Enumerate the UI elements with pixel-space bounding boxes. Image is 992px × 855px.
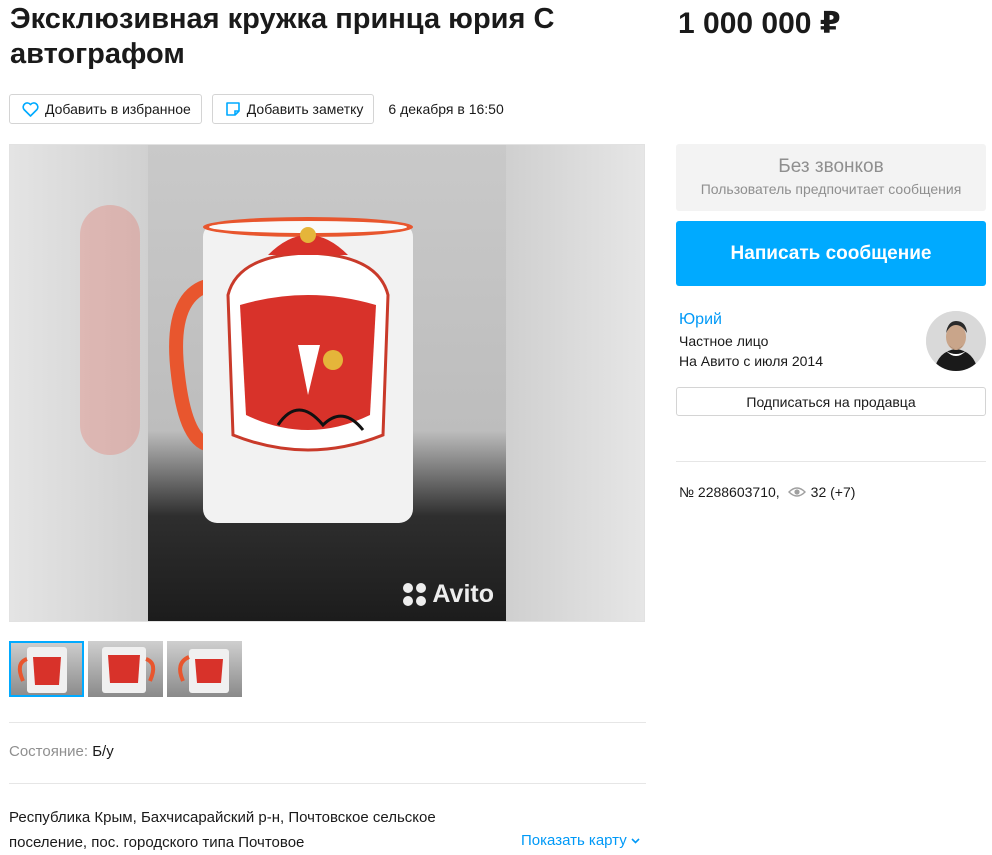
views-count: 32 (+7) [810, 484, 856, 500]
divider [9, 783, 646, 784]
add-note-button[interactable]: Добавить заметку [211, 94, 375, 124]
seller-name[interactable]: Юрий [679, 311, 823, 329]
avito-logo-icon [403, 583, 427, 606]
heart-icon [22, 101, 39, 117]
subscribe-button[interactable]: Подписаться на продавца [676, 387, 986, 416]
seller-info: Юрий Частное лицо На Авито с июля 2014 [679, 311, 823, 369]
chevron-down-icon [631, 838, 640, 844]
photo-blur-handle [80, 205, 140, 455]
avatar[interactable] [926, 311, 986, 371]
show-map-label: Показать карту [521, 832, 627, 849]
photo-blur-right [504, 145, 644, 621]
seller-type: Частное лицо [679, 333, 769, 349]
thumbnail-1[interactable] [9, 641, 84, 697]
listing-actions: Добавить в избранное Добавить заметку 6 … [9, 94, 504, 124]
note-icon [225, 102, 240, 116]
condition-value: Б/у [92, 743, 114, 760]
listing-stats: № 2288603710, 32 (+7) [679, 484, 855, 500]
no-calls-title: Без звонков [778, 156, 884, 177]
divider [9, 722, 646, 723]
show-map-link[interactable]: Показать карту [521, 832, 640, 849]
mug-illustration [169, 217, 413, 523]
eye-icon [787, 487, 806, 497]
no-calls-notice: Без звонков Пользователь предпочитает со… [676, 144, 986, 211]
thumbnail-3[interactable] [167, 641, 242, 697]
address: Республика Крым, Бахчисарайский р-н, Поч… [9, 809, 436, 851]
watermark-text: Avito [432, 580, 494, 608]
divider [676, 461, 986, 462]
no-calls-subtitle: Пользователь предпочитает сообщения [700, 181, 962, 197]
thumbnail-2[interactable] [88, 641, 163, 697]
avito-watermark: Avito [403, 580, 494, 609]
listing-date: 6 декабря в 16:50 [388, 101, 504, 117]
listing-id: № 2288603710, [679, 484, 780, 500]
main-photo[interactable]: Avito [9, 144, 645, 622]
add-to-favorites-button[interactable]: Добавить в избранное [9, 94, 202, 124]
condition-key: Состояние: [9, 743, 89, 760]
add-to-favorites-label: Добавить в избранное [45, 101, 191, 117]
listing-title: Эксклюзивная кружка принца юрия С автогр… [10, 3, 555, 70]
photo-thumbnails [9, 641, 246, 697]
add-note-label: Добавить заметку [246, 101, 364, 117]
mug-photo [148, 145, 506, 621]
seller-since: На Авито с июля 2014 [679, 353, 823, 369]
write-message-button[interactable]: Написать сообщение [676, 221, 986, 286]
listing-price: 1 000 000 ₽ [678, 7, 841, 40]
condition-row: Состояние: Б/у [9, 743, 114, 760]
